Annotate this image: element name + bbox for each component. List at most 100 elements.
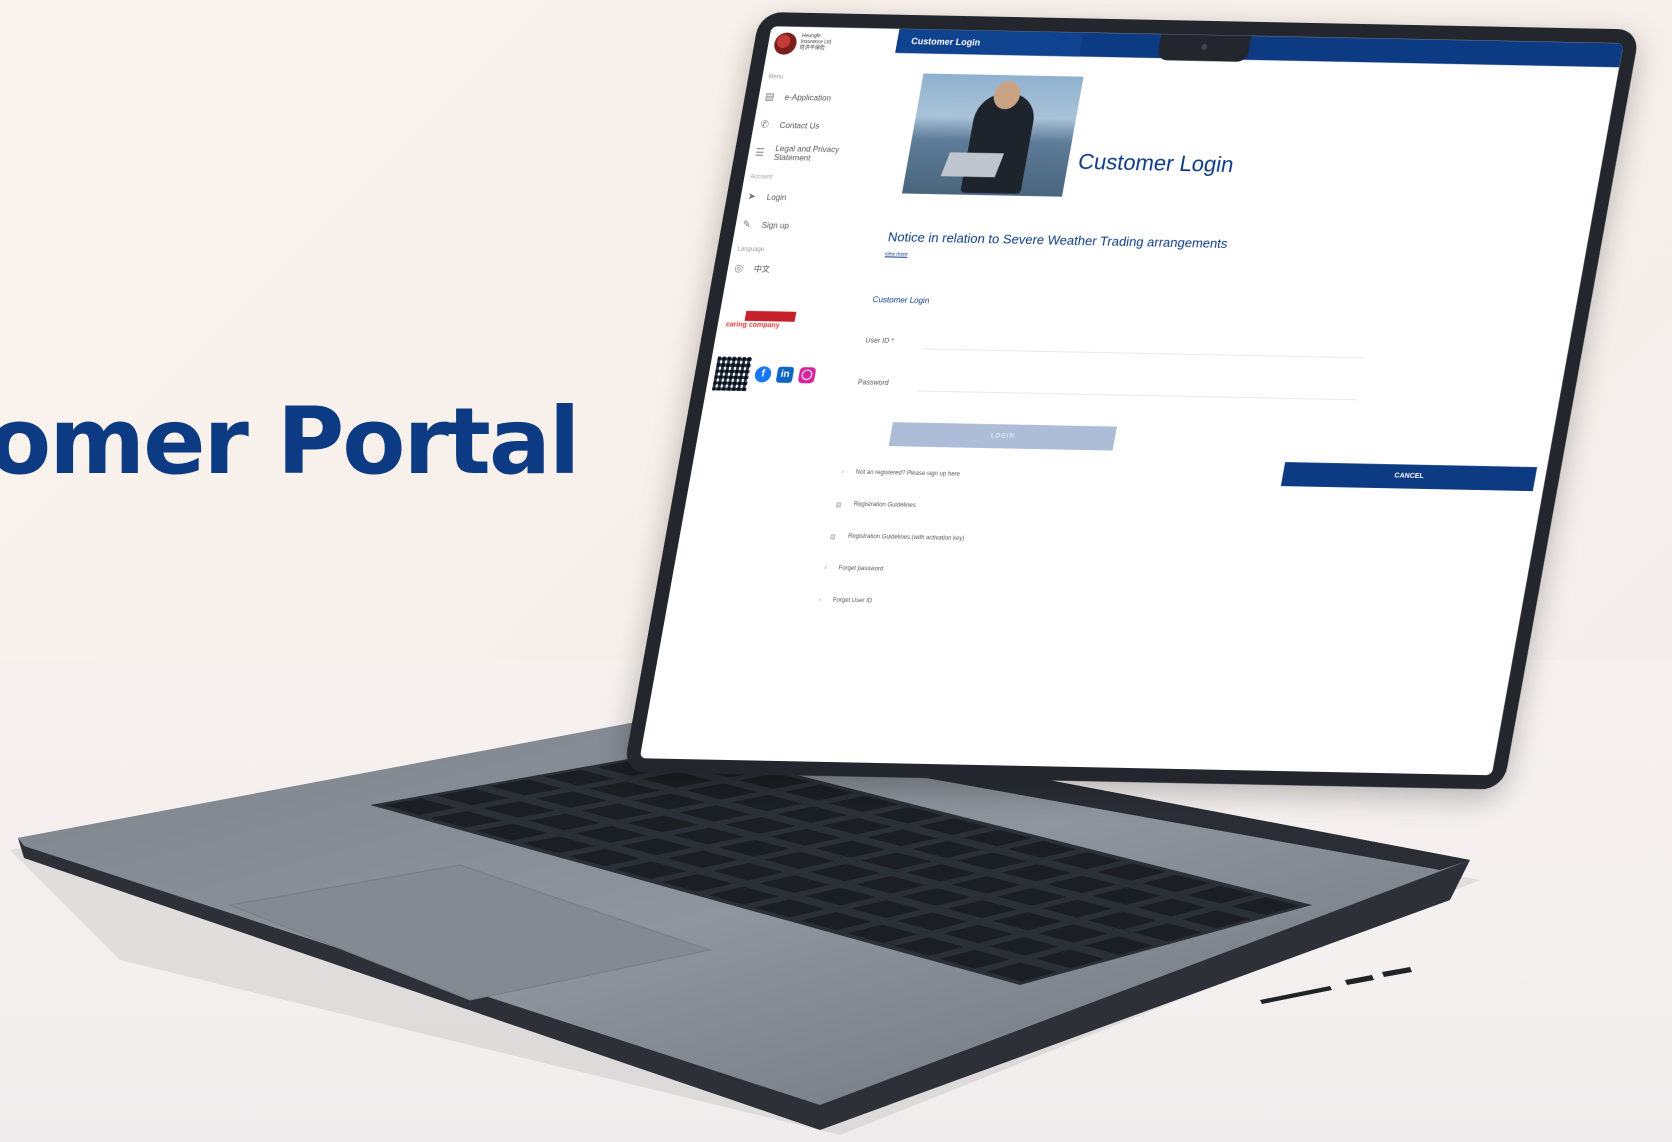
- sidebar-item-label: Legal and Privacy Statement: [773, 143, 840, 163]
- keyboard-key: [522, 836, 595, 854]
- forget-password-link[interactable]: › Forget password: [824, 565, 884, 572]
- keyboard-key: [1137, 898, 1206, 917]
- keyboard-key: [873, 807, 944, 824]
- sidebar-item-label: Contact Us: [779, 120, 821, 131]
- keyboard-key: [997, 887, 1067, 906]
- facebook-icon[interactable]: f: [753, 366, 773, 383]
- caring-company-text: caring company: [725, 321, 781, 330]
- sidebar-item-contact-us[interactable]: ✆ Contact Us: [751, 110, 884, 141]
- keyboard-key: [1133, 923, 1202, 942]
- keyboard-key: [490, 779, 563, 796]
- camera-notch: [1156, 34, 1252, 62]
- keyboard-key: [476, 823, 549, 841]
- sidebar-item-label: e-Application: [784, 92, 832, 103]
- keyboard-key: [436, 788, 509, 806]
- sidebar-item-login[interactable]: ➤ Login: [738, 182, 871, 213]
- keyboard-key: [731, 794, 803, 812]
- login-description: [871, 307, 1471, 319]
- keyboard-key: [713, 863, 784, 881]
- keyboard-key: [906, 864, 977, 882]
- chevron-right-icon: ›: [841, 469, 845, 476]
- keyboard-key: [992, 912, 1063, 931]
- sidebar-item-legal[interactable]: ☰ Legal and Privacy Statement: [746, 138, 879, 169]
- login-heading: Customer Login: [871, 295, 931, 306]
- keyboard-key: [581, 803, 653, 820]
- keyboard-key: [1002, 864, 1072, 882]
- keyboard-key: [1087, 911, 1157, 930]
- login-button[interactable]: LOGIN: [888, 422, 1117, 451]
- registration-guidelines-link[interactable]: ▤ Registration Guidelines: [835, 501, 916, 510]
- chevron-right-icon: ›: [823, 565, 827, 572]
- keyboard-key: [1038, 924, 1108, 943]
- keyboard-key: [776, 806, 848, 823]
- caring-company-logo: caring company: [724, 304, 800, 337]
- keyboard-key: [764, 851, 835, 869]
- keyboard-key: [754, 899, 826, 918]
- user-id-input[interactable]: [924, 348, 1365, 359]
- forget-user-id-link[interactable]: › Forget User ID: [818, 597, 872, 604]
- social-links: f in ◯: [711, 356, 840, 392]
- keyboard-key: [940, 949, 1010, 969]
- keyboard-key: [679, 805, 751, 822]
- topbar-tab[interactable]: Customer Login: [897, 28, 1084, 57]
- notice-body: view more: [884, 251, 1445, 269]
- sidebar-item-e-application[interactable]: ▤ e-Application: [756, 82, 889, 113]
- keyboard-key: [951, 876, 1022, 894]
- document-icon: ▤: [829, 534, 837, 541]
- keyboard-key: [569, 848, 641, 867]
- keyboard-key: [957, 852, 1027, 870]
- keyboard-key: [897, 912, 968, 931]
- keyboard-key: [851, 900, 922, 918]
- keyboard-key: [1007, 840, 1077, 858]
- keyboard-key: [1047, 875, 1117, 894]
- chevron-right-icon: ›: [818, 597, 822, 604]
- signup-icon: ✎: [741, 218, 753, 231]
- keyboard-key: [661, 874, 733, 892]
- seal-icon: [772, 32, 799, 55]
- keyboard-key: [574, 825, 647, 843]
- registration-guidelines-key-link[interactable]: ▤ Registration Guidelines (with activati…: [830, 533, 965, 543]
- registration-guidelines-label: Registration Guidelines: [853, 501, 917, 509]
- doc-icon: ▤: [764, 90, 776, 103]
- keyboard-key: [1035, 949, 1105, 969]
- keyboard-key: [912, 841, 982, 858]
- instagram-icon[interactable]: ◯: [797, 367, 817, 384]
- list-icon: ☰: [754, 146, 766, 159]
- keyboard-key: [686, 783, 758, 800]
- keyboard-key: [770, 828, 841, 846]
- keyboard-key: [1186, 885, 1255, 904]
- notice-title: Notice in relation to Severe Weather Tra…: [886, 229, 1229, 252]
- notice-more-link[interactable]: view more: [884, 251, 908, 257]
- keyboard-key: [867, 829, 937, 847]
- sidebar-menu-label: Menu: [767, 74, 784, 81]
- keyboard-key: [1084, 936, 1154, 955]
- sidebar-item-label: Login: [766, 192, 788, 202]
- keyboard-key: [627, 815, 699, 833]
- keyboard-key: [543, 769, 616, 786]
- forget-password-label: Forget password: [837, 565, 884, 573]
- login-icon: ➤: [746, 190, 758, 203]
- linkedin-icon[interactable]: in: [775, 366, 795, 383]
- password-input[interactable]: [916, 390, 1357, 401]
- keyboard-key: [986, 962, 1056, 982]
- sidebar-item-language[interactable]: ◎ 中文: [725, 254, 858, 285]
- keyboard-key: [1097, 863, 1166, 881]
- company-logo[interactable]: Heungfe Insurance Ltd 姓洪平保险: [764, 26, 900, 69]
- keyboard-key: [429, 811, 503, 828]
- sidebar-account-label: Account: [749, 174, 773, 181]
- logo-line-3: 姓洪平保险: [799, 44, 826, 52]
- sidebar-item-signup[interactable]: ✎ Sign up: [733, 210, 866, 241]
- keyboard-key: [963, 829, 1033, 847]
- keyboard-key: [847, 924, 918, 944]
- keyboard-key: [718, 839, 790, 857]
- cancel-button[interactable]: CANCEL: [1280, 462, 1538, 492]
- keyboard-key: [815, 840, 886, 858]
- keyboard-key: [383, 798, 456, 815]
- keyboard-key: [805, 887, 876, 906]
- keyboard-key: [528, 813, 601, 831]
- signup-link[interactable]: › Not an registered? Please sign up here: [841, 469, 960, 477]
- keyboard-key: [901, 888, 972, 906]
- keyboard-key: [943, 924, 1013, 944]
- keyboard-key: [708, 886, 779, 905]
- keyboard-key: [861, 852, 932, 870]
